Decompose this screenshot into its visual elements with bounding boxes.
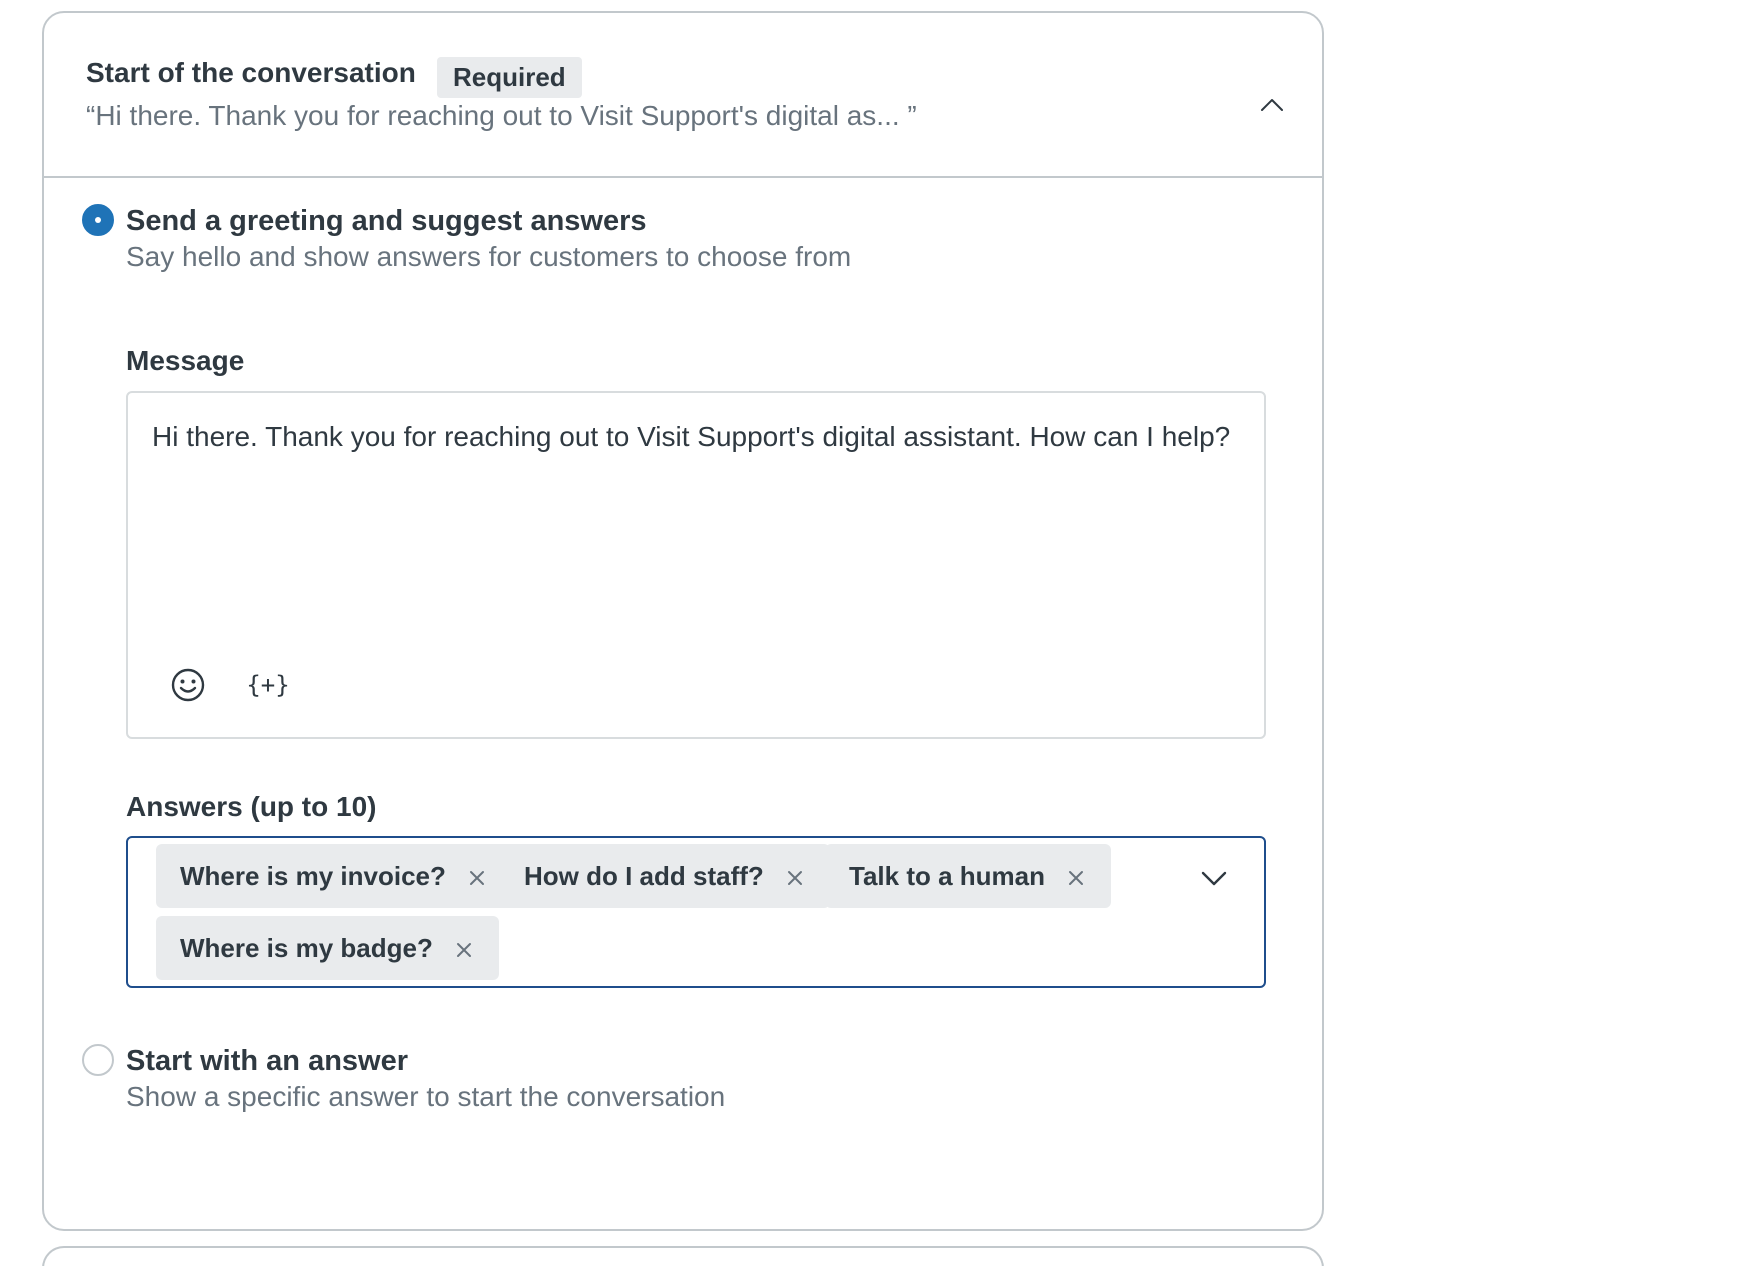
chevron-down-icon[interactable] xyxy=(1194,858,1234,898)
close-icon[interactable] xyxy=(453,937,475,959)
message-label: Message xyxy=(126,345,245,376)
close-icon[interactable] xyxy=(1065,865,1087,887)
greeting-preview: “Hi there. Thank you for reaching out to… xyxy=(86,100,917,131)
message-text[interactable]: Hi there. Thank you for reaching out to … xyxy=(152,419,1242,455)
answer-tag: Where is my invoice? xyxy=(156,844,512,908)
insert-variable-icon[interactable]: {+} xyxy=(246,663,290,707)
conversation-start-card: Start of the conversation Required “Hi t… xyxy=(42,11,1324,1231)
answer-tag: Where is my badge? xyxy=(156,916,499,980)
close-icon[interactable] xyxy=(784,865,806,887)
answers-label: Answers (up to 10) xyxy=(126,791,377,822)
option-start-with-answer-title[interactable]: Start with an answer xyxy=(126,1045,408,1078)
radio-start-with-answer[interactable] xyxy=(82,1044,114,1076)
message-textarea[interactable]: Hi there. Thank you for reaching out to … xyxy=(126,391,1266,739)
close-icon[interactable] xyxy=(466,865,488,887)
required-badge: Required xyxy=(437,57,582,98)
option-start-with-answer-description: Show a specific answer to start the conv… xyxy=(126,1081,726,1112)
answer-tag-label: How do I add staff? xyxy=(524,860,764,891)
next-section-card xyxy=(42,1246,1324,1266)
section-title: Start of the conversation xyxy=(86,57,416,88)
section-header[interactable]: Start of the conversation Required “Hi t… xyxy=(44,13,1322,178)
answer-tag-label: Where is my badge? xyxy=(180,932,433,963)
emoji-icon[interactable] xyxy=(166,663,210,707)
chevron-up-icon[interactable] xyxy=(1252,85,1292,125)
option-send-greeting-title[interactable]: Send a greeting and suggest answers xyxy=(126,205,647,238)
radio-send-greeting[interactable] xyxy=(82,204,114,236)
answer-tag-label: Where is my invoice? xyxy=(180,860,446,891)
answer-tag-label: Talk to a human xyxy=(849,860,1045,891)
answer-tag: Talk to a human xyxy=(825,844,1111,908)
answer-tag: How do I add staff? xyxy=(500,844,830,908)
option-send-greeting-description: Say hello and show answers for customers… xyxy=(126,241,852,272)
answers-multiselect[interactable]: Where is my invoice? How do I add staff?… xyxy=(126,836,1266,988)
